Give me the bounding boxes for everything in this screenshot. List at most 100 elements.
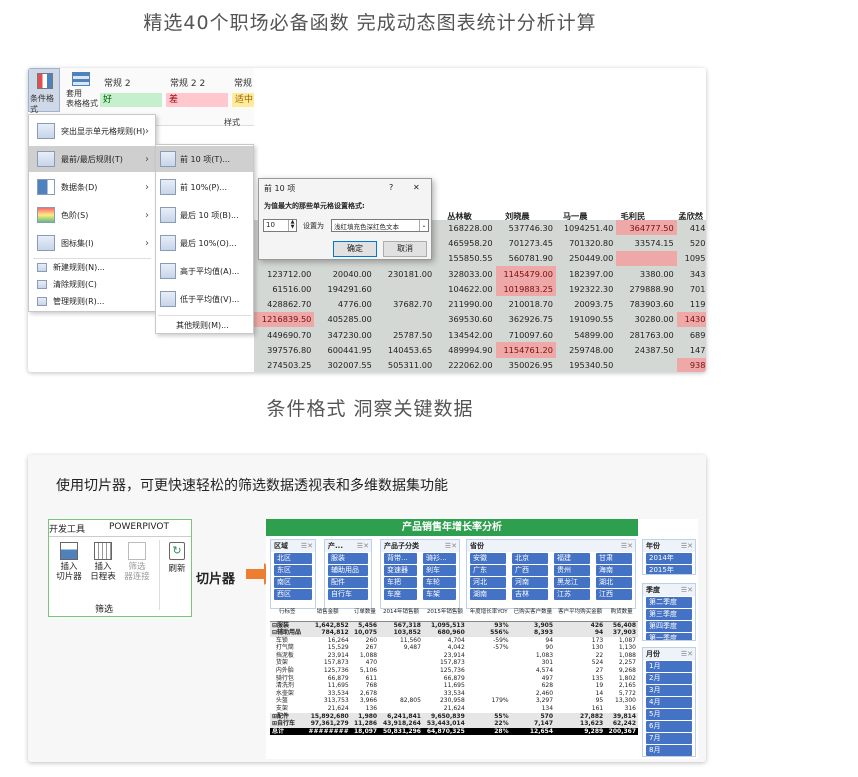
- slicer-item[interactable]: 服装: [328, 553, 368, 564]
- grid-cell[interactable]: 140453.65: [374, 342, 436, 358]
- pivot-header-cell[interactable]: 2015年销售额: [422, 603, 467, 622]
- grid-cell[interactable]: 147319.60: [676, 342, 706, 358]
- slicer-item[interactable]: 河北: [470, 577, 506, 588]
- menu-item-top-bottom-rules[interactable]: 最前/最后规则(T) ›: [29, 146, 155, 172]
- grid-cell[interactable]: 328033.00: [435, 265, 496, 282]
- slicer-item[interactable]: 4月: [646, 697, 692, 708]
- submenu-item-more-rules[interactable]: 其他规则(M)...: [156, 317, 253, 334]
- slicer-item[interactable]: 南区: [274, 577, 312, 588]
- grid-cell[interactable]: 689383.65: [676, 327, 706, 343]
- style-good-swatch[interactable]: 好: [100, 93, 162, 107]
- grid-cell[interactable]: 489994.90: [435, 342, 496, 358]
- slicer-item[interactable]: 配件: [328, 577, 368, 588]
- grid-cell[interactable]: 1095511.75: [676, 250, 706, 266]
- grid-cell[interactable]: 222062.00: [435, 357, 496, 372]
- slicer-clear-filter-icon[interactable]: ☰✕: [681, 584, 695, 596]
- grid-cell[interactable]: 259748.00: [555, 342, 617, 358]
- format-select[interactable]: 浅红填充色深红色文本 ⌄: [331, 219, 429, 232]
- pivot-header-cell[interactable]: 行标签: [270, 603, 305, 622]
- grid-cell[interactable]: 279888.90: [616, 281, 677, 297]
- grid-cell[interactable]: 119673.10: [676, 296, 706, 312]
- slicer-item[interactable]: 第一季度: [646, 633, 692, 640]
- menu-item-highlight-rules[interactable]: 突出显示单元格规则(H) ›: [29, 118, 155, 144]
- grid-cell[interactable]: 343611.50: [676, 265, 706, 282]
- slicer-item[interactable]: 北区: [274, 553, 312, 564]
- grid-cell[interactable]: 537746.30: [495, 220, 556, 236]
- grid-cell[interactable]: 191090.55: [555, 311, 617, 328]
- grid-cell[interactable]: [616, 250, 677, 266]
- ok-button[interactable]: 确定: [333, 241, 377, 257]
- submenu-item-top10[interactable]: 前 10 项(T)...: [156, 146, 253, 172]
- filter-connections-button[interactable]: 筛选 器连接: [121, 540, 153, 594]
- grid-cell[interactable]: 405285.00: [314, 311, 375, 328]
- slicer-clear-filter-icon[interactable]: ☰✕: [445, 540, 459, 552]
- table-format-button[interactable]: 套用 表格格式: [66, 72, 98, 112]
- pivot-header-cell[interactable]: 已购买客户数量: [510, 603, 556, 622]
- grid-cell[interactable]: 194291.60: [314, 281, 375, 297]
- slicer-item[interactable]: 2月: [646, 673, 692, 684]
- chevron-down-icon[interactable]: ⌄: [419, 220, 428, 231]
- pivot-header-cell[interactable]: 客户平均购买金额: [555, 603, 606, 622]
- grid-cell[interactable]: 4776.00: [314, 296, 375, 312]
- grid-cell[interactable]: [374, 311, 436, 328]
- close-icon[interactable]: ✕: [413, 183, 420, 192]
- grid-cell[interactable]: 364777.50: [616, 220, 677, 236]
- slicer-item[interactable]: 第三季度: [646, 609, 692, 620]
- spinner-arrows-icon[interactable]: ▲ ▼: [288, 220, 296, 231]
- grid-cell[interactable]: 192322.30: [555, 281, 617, 297]
- grid-cell[interactable]: [374, 281, 436, 297]
- grid-cell[interactable]: 24387.50: [616, 342, 677, 358]
- grid-cell[interactable]: 710097.60: [495, 327, 556, 343]
- slicer-item[interactable]: 2015年: [646, 565, 692, 574]
- slicer-item[interactable]: 第四季度: [646, 621, 692, 632]
- submenu-item-bottom10-percent[interactable]: 最后 10%(O)...: [156, 230, 253, 256]
- slicer-item[interactable]: 2014年: [646, 553, 692, 564]
- tab-devtools[interactable]: 开发工具: [49, 522, 85, 535]
- slicer-item[interactable]: 黑龙江: [554, 577, 590, 588]
- slicer-item[interactable]: 江西: [596, 589, 632, 600]
- menu-item-new-rule[interactable]: 新建规则(N)...: [29, 259, 155, 276]
- slicer-clear-filter-icon[interactable]: ☰✕: [357, 540, 371, 552]
- slicer-item[interactable]: 车架: [423, 589, 456, 600]
- grid-cell[interactable]: 250449.00: [555, 250, 617, 266]
- help-icon[interactable]: ?: [389, 183, 393, 192]
- slicer-item[interactable]: 3月: [646, 685, 692, 696]
- grid-cell[interactable]: 25787.50: [374, 327, 436, 343]
- slicer-item[interactable]: 西区: [274, 589, 312, 600]
- slicer-item[interactable]: 车轮: [423, 577, 456, 588]
- slicer-item[interactable]: 江苏: [554, 589, 590, 600]
- grid-cell[interactable]: 230181.00: [374, 265, 436, 282]
- style-bad-swatch[interactable]: 差: [166, 93, 228, 107]
- grid-cell[interactable]: 938632.40: [676, 357, 706, 372]
- slicer-item[interactable]: 骑衫...: [423, 553, 456, 564]
- slicer-item[interactable]: 背带...: [384, 553, 417, 564]
- grid-cell[interactable]: 362926.75: [495, 311, 556, 328]
- grid-cell[interactable]: 701273.45: [495, 235, 556, 251]
- slicer-item[interactable]: 6月: [646, 721, 692, 732]
- submenu-item-bottom10[interactable]: 最后 10 项(B)...: [156, 202, 253, 228]
- slicer-clear-filter-icon[interactable]: ☰✕: [621, 540, 635, 552]
- slicer-item[interactable]: 1月: [646, 661, 692, 672]
- submenu-item-above-avg[interactable]: 高于平均值(A)...: [156, 258, 253, 284]
- slicer-clear-filter-icon[interactable]: ☰✕: [681, 540, 695, 552]
- submenu-item-below-avg[interactable]: 低于平均值(V)...: [156, 286, 253, 312]
- grid-cell[interactable]: 104622.00: [435, 281, 496, 297]
- slicer-item[interactable]: 自行车: [328, 589, 368, 600]
- slicer-item[interactable]: 贵州: [554, 565, 590, 576]
- slicer-item[interactable]: 海南: [596, 565, 632, 576]
- grid-cell[interactable]: 168228.00: [435, 220, 496, 236]
- style-neutral-swatch[interactable]: 适中: [232, 93, 256, 107]
- grid-cell[interactable]: 397576.80: [254, 342, 315, 358]
- grid-cell[interactable]: 211990.00: [435, 296, 496, 312]
- grid-cell[interactable]: 37682.70: [374, 296, 436, 312]
- grid-cell[interactable]: 155850.55: [435, 250, 496, 266]
- slicer-item[interactable]: 广东: [470, 565, 506, 576]
- slicer-item[interactable]: 湖北: [596, 577, 632, 588]
- grid-cell[interactable]: 428862.70: [254, 296, 315, 312]
- insert-slicer-button[interactable]: 插入 切片器: [53, 540, 85, 594]
- grid-cell[interactable]: 1216839.50: [254, 311, 315, 328]
- grid-cell[interactable]: 1094251.40: [555, 220, 617, 236]
- grid-cell[interactable]: 281763.00: [616, 327, 677, 343]
- grid-cell[interactable]: 600441.95: [314, 342, 375, 358]
- insert-timeline-button[interactable]: 插入 日程表: [87, 540, 119, 594]
